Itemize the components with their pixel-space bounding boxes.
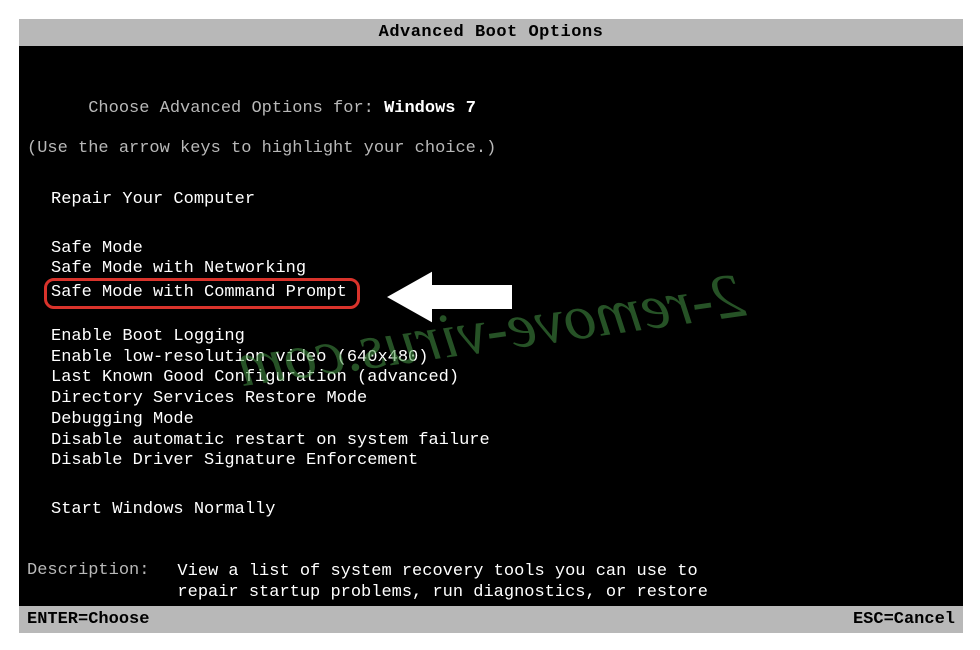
title-bar: Advanced Boot Options xyxy=(19,19,963,46)
choose-line: Choose Advanced Options for: Windows 7 xyxy=(27,80,955,137)
footer-enter: ENTER=Choose xyxy=(27,610,149,629)
footer-bar: ENTER=Choose ESC=Cancel xyxy=(19,606,963,633)
menu-item-last-known-good[interactable]: Last Known Good Configuration (advanced) xyxy=(51,368,955,389)
menu-item-safe-mode-cmd[interactable]: Safe Mode with Command Prompt xyxy=(51,280,955,307)
boot-screen: Advanced Boot Options Choose Advanced Op… xyxy=(19,19,963,633)
menu-item-safe-mode-networking[interactable]: Safe Mode with Networking xyxy=(51,259,955,280)
title-text: Advanced Boot Options xyxy=(379,23,604,42)
menu-item-repair[interactable]: Repair Your Computer xyxy=(51,190,955,211)
choose-prefix: Choose Advanced Options for: xyxy=(88,99,384,118)
menu-item-boot-logging[interactable]: Enable Boot Logging xyxy=(51,327,955,348)
footer-esc: ESC=Cancel xyxy=(853,610,955,629)
content-area: Choose Advanced Options for: Windows 7 (… xyxy=(19,80,963,625)
menu-item-ds-restore[interactable]: Directory Services Restore Mode xyxy=(51,389,955,410)
highlighted-option[interactable]: Safe Mode with Command Prompt xyxy=(44,278,360,309)
hint-line: (Use the arrow keys to highlight your ch… xyxy=(27,139,955,158)
menu-item-safe-mode[interactable]: Safe Mode xyxy=(51,239,955,260)
menu-item-start-normally[interactable]: Start Windows Normally xyxy=(51,500,955,521)
os-name: Windows 7 xyxy=(384,99,476,118)
boot-menu[interactable]: Repair Your Computer Safe Mode Safe Mode… xyxy=(51,190,955,521)
menu-item-debugging[interactable]: Debugging Mode xyxy=(51,410,955,431)
menu-item-disable-auto-restart[interactable]: Disable automatic restart on system fail… xyxy=(51,431,955,452)
menu-item-disable-driver-sig[interactable]: Disable Driver Signature Enforcement xyxy=(51,451,955,472)
menu-item-low-res[interactable]: Enable low-resolution video (640x480) xyxy=(51,348,955,369)
